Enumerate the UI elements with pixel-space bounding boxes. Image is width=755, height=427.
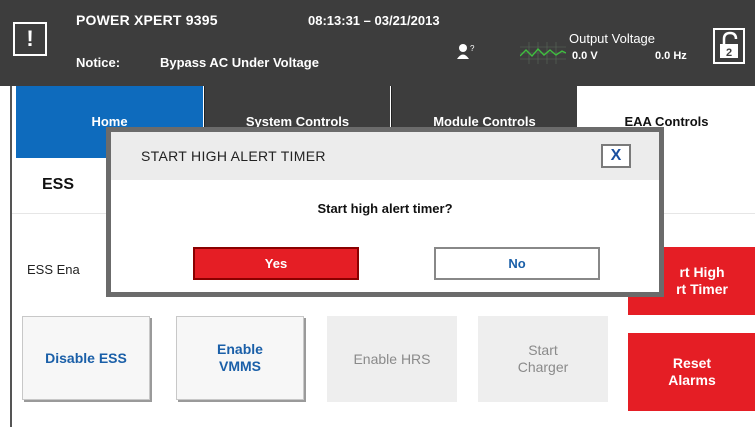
output-voltage-label: Output Voltage: [569, 31, 656, 46]
reset-alarms-button[interactable]: Reset Alarms: [628, 333, 755, 411]
reset-alarms-label-line1: Reset: [672, 355, 712, 371]
waveform-icon: [520, 42, 566, 64]
user-help-icon[interactable]: ?: [456, 42, 478, 60]
notice-label: Notice:: [76, 55, 121, 70]
no-button[interactable]: No: [434, 247, 600, 280]
disable-ess-button[interactable]: Disable ESS: [22, 316, 150, 400]
enable-hrs-button[interactable]: Enable HRS: [327, 316, 457, 402]
start-charger-button[interactable]: Start Charger: [478, 316, 608, 402]
device-name: POWER XPERT 9395: [76, 12, 218, 28]
lock-button[interactable]: 2: [713, 28, 745, 64]
enable-vmms-label-line1: Enable: [217, 341, 263, 357]
output-frequency-value: 0.0 Hz: [655, 50, 687, 62]
close-icon[interactable]: X: [601, 144, 631, 168]
enable-hrs-label: Enable HRS: [353, 350, 431, 367]
lock-number: 2: [726, 47, 732, 59]
start-charger-label-line2: Charger: [517, 359, 569, 375]
dialog-title-bar: START HIGH ALERT TIMER X: [111, 132, 659, 180]
start-charger-label-line1: Start: [528, 342, 558, 358]
svg-text:?: ?: [470, 44, 475, 53]
ess-enable-label: ESS Ena: [27, 262, 80, 277]
output-voltage-value: 0.0 V: [572, 50, 598, 62]
confirm-dialog: START HIGH ALERT TIMER X Start high aler…: [106, 127, 664, 297]
timer-label-line1: rt High: [679, 264, 725, 280]
enable-vmms-label-line2: VMMS: [219, 358, 261, 374]
disable-ess-label: Disable ESS: [45, 349, 127, 366]
dialog-message: Start high alert timer?: [317, 201, 453, 216]
datetime: 08:13:31 – 03/21/2013: [308, 13, 440, 28]
dialog-title: START HIGH ALERT TIMER: [141, 148, 326, 164]
alert-indicator[interactable]: !: [13, 22, 47, 56]
status-header: ! POWER XPERT 9395 08:13:31 – 03/21/2013…: [0, 0, 755, 86]
reset-alarms-label-line2: Alarms: [668, 372, 716, 388]
unlock-icon: 2: [720, 31, 738, 59]
notice-text[interactable]: Bypass AC Under Voltage: [160, 55, 319, 70]
enable-vmms-button[interactable]: Enable VMMS: [176, 316, 304, 400]
yes-button[interactable]: Yes: [193, 247, 359, 280]
timer-label-line2: rt Timer: [676, 281, 728, 297]
left-divider: [10, 86, 12, 427]
ups-control-screen: ! POWER XPERT 9395 08:13:31 – 03/21/2013…: [0, 0, 755, 427]
section-label: ESS: [42, 176, 75, 193]
